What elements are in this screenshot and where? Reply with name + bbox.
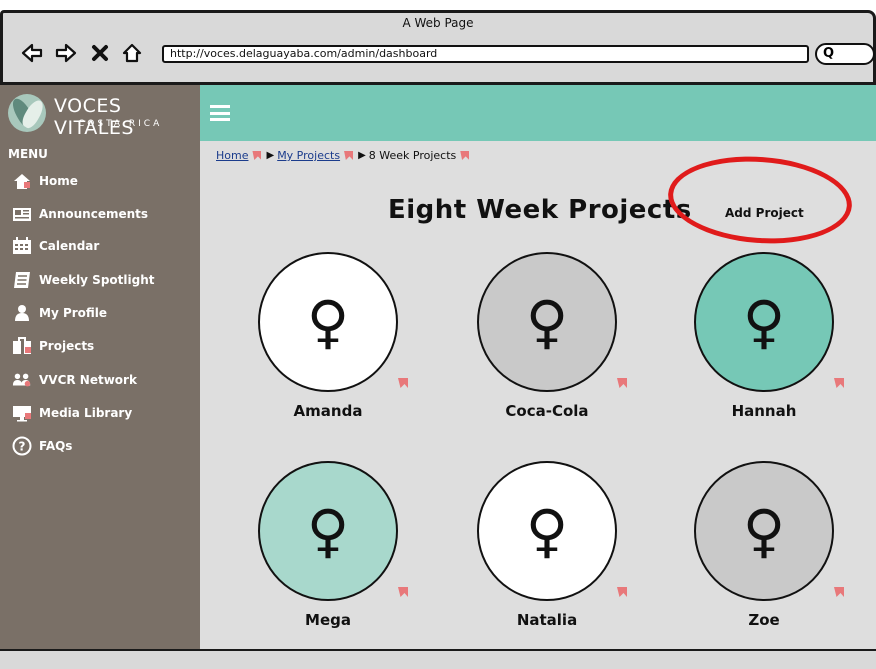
sidebar-item-media-library[interactable]: Media Library (12, 401, 198, 425)
menu-label: MENU (8, 147, 48, 161)
sidebar-item-announcements[interactable]: Announcements (12, 202, 198, 226)
project-name: Hannah (731, 402, 797, 420)
home-icon (12, 171, 32, 191)
sidebar-item-my-profile[interactable]: My Profile (12, 301, 198, 325)
project-name: Amanda (293, 402, 363, 420)
pin-icon (252, 151, 262, 160)
female-icon: ♀ (694, 252, 834, 392)
status-bar (0, 649, 876, 669)
browser-window: A Web Page http://voces.delaguayaba.com/… (0, 0, 876, 669)
sidebar-item-label: VVCR Network (39, 373, 137, 387)
sidebar-item-calendar[interactable]: Calendar (12, 234, 198, 258)
female-icon: ♀ (258, 252, 398, 392)
pin-icon (344, 151, 354, 160)
sidebar-item-label: Projects (39, 339, 95, 353)
group-icon (12, 370, 32, 390)
sidebar-item-label: Announcements (39, 207, 149, 221)
project-card-hannah[interactable]: ♀ Hannah (694, 252, 854, 452)
project-card-natalia[interactable]: ♀ Natalia (477, 461, 637, 661)
pin-icon (398, 587, 408, 597)
brand-name: VOCES VITALES (54, 95, 134, 139)
breadcrumb-projects-link[interactable]: My Projects (277, 149, 340, 162)
sidebar-item-label: Home (39, 174, 78, 188)
project-name: Zoe (748, 611, 780, 629)
project-name: Coca-Cola (505, 402, 589, 420)
female-icon: ♀ (477, 252, 617, 392)
highlight-annotation (665, 150, 855, 250)
svg-text:?: ? (19, 440, 26, 454)
stop-icon[interactable] (91, 41, 109, 65)
user-icon (12, 303, 32, 323)
main-content: Home ▶ My Projects ▶ 8 Week Projects Eig… (200, 141, 876, 649)
female-icon: ♀ (694, 461, 834, 601)
chevron-right-icon: ▶ (266, 150, 275, 161)
breadcrumb: Home ▶ My Projects ▶ 8 Week Projects (216, 149, 471, 162)
browser-search-input[interactable]: Q (815, 43, 875, 65)
forward-icon[interactable] (55, 41, 77, 65)
home-nav-icon[interactable] (121, 41, 143, 65)
pin-icon (834, 378, 844, 388)
sidebar-item-projects[interactable]: Projects (12, 334, 198, 358)
female-icon: ♀ (477, 461, 617, 601)
pin-icon (834, 587, 844, 597)
sidebar-item-weekly-spotlight[interactable]: Weekly Spotlight (12, 268, 198, 292)
sidebar-item-label: Calendar (39, 239, 100, 253)
project-card-mega[interactable]: ♀ Mega (258, 461, 418, 661)
notebook-icon (12, 270, 32, 290)
sidebar-item-label: Media Library (39, 406, 133, 420)
sidebar-item-label: My Profile (39, 306, 108, 320)
newspaper-icon (12, 204, 32, 224)
url-bar[interactable]: http://voces.delaguayaba.com/admin/dashb… (162, 45, 809, 63)
brand-subtitle: COSTA RICA (78, 119, 163, 129)
site-header: VOCES VITALES COSTA RICA (0, 85, 876, 141)
project-card-coca-cola[interactable]: ♀ Coca-Cola (477, 252, 637, 452)
sidebar: MENU Home Announcements Calendar Weekly … (0, 141, 200, 649)
logo[interactable]: VOCES VITALES COSTA RICA (0, 85, 200, 141)
pin-icon (617, 378, 627, 388)
calendar-icon (12, 236, 32, 256)
page-title: Eight Week Projects (388, 195, 692, 225)
sidebar-item-label: FAQs (39, 439, 73, 453)
logo-icon (8, 94, 46, 132)
pin-icon (617, 587, 627, 597)
window-title: A Web Page (402, 16, 474, 30)
project-card-amanda[interactable]: ♀ Amanda (258, 252, 418, 452)
search-icon: Q (823, 46, 835, 61)
sidebar-item-label: Weekly Spotlight (39, 273, 155, 287)
breadcrumb-home-link[interactable]: Home (216, 149, 248, 162)
briefcase-icon (12, 336, 32, 356)
sidebar-item-vvcr-network[interactable]: VVCR Network (12, 368, 198, 392)
back-icon[interactable] (21, 41, 43, 65)
browser-chrome: A Web Page http://voces.delaguayaba.com/… (0, 10, 876, 85)
sidebar-item-home[interactable]: Home (12, 169, 198, 193)
breadcrumb-current: 8 Week Projects (368, 149, 457, 162)
female-icon: ♀ (258, 461, 398, 601)
sidebar-item-faqs[interactable]: ? FAQs (12, 434, 198, 458)
project-name: Natalia (516, 611, 578, 629)
pin-icon (460, 151, 470, 160)
monitor-icon (12, 403, 32, 423)
hamburger-menu-icon[interactable] (210, 105, 230, 121)
project-card-zoe[interactable]: ♀ Zoe (694, 461, 854, 661)
help-icon: ? (12, 436, 32, 456)
chevron-right-icon: ▶ (358, 150, 366, 161)
project-name: Mega (305, 611, 351, 629)
pin-icon (398, 378, 408, 388)
